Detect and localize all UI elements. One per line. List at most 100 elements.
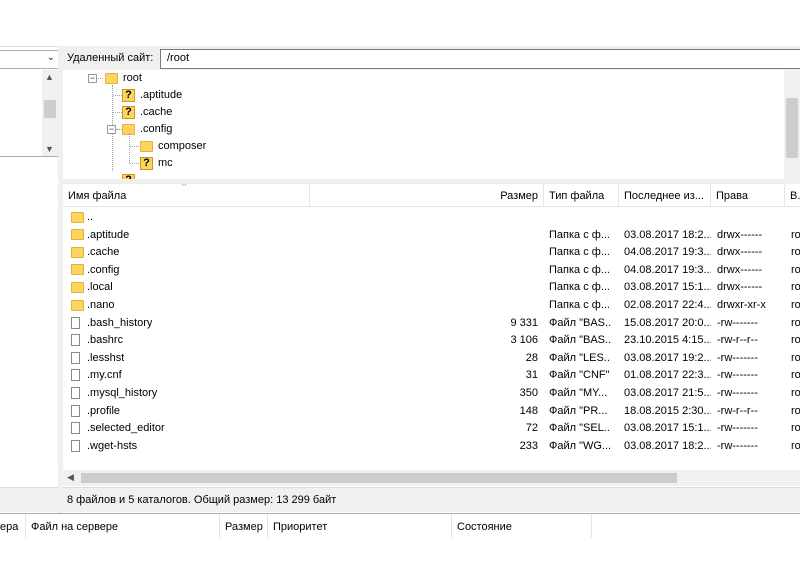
file-name-text: .config [87,263,120,276]
file-type: Файл "BAS... [549,316,611,329]
file-permissions: -rw------- [717,316,758,329]
table-row[interactable]: .nano Папка с ф... 02.08.2017 22:4... drwxr… [63,297,800,315]
queue-column-size[interactable]: Размер [220,514,268,538]
remote-file-list[interactable]: ^ Имя файла Размер Тип файла Последнее и… [63,184,800,486]
file-name: .config [71,264,119,276]
table-row[interactable]: .local Папка с ф... 03.08.2017 15:1... drwx… [63,279,800,297]
table-row[interactable]: .my.cnf 31 Файл "CNF" 01.08.2017 22:3... -rw… [63,367,800,385]
table-row[interactable]: .bashrc 3 106 Файл "BAS... 23.10.2015 4:15.… [63,332,800,350]
table-row[interactable]: .config Папка с ф... 04.08.2017 19:3... drw… [63,262,800,280]
queue-column-priority[interactable]: Приоритет [268,514,452,538]
scroll-thumb[interactable] [81,473,677,483]
file-permissions: drwx------ [717,246,763,259]
file-list-hscrollbar[interactable]: ◀ [63,470,800,486]
file-permissions: drwxr-xr-x [717,299,766,311]
file-permissions: drwx------ [717,263,763,276]
folder-icon [71,246,84,258]
file-name: .my.cnf [71,369,122,382]
folder-icon [140,140,153,152]
file-icon [71,404,80,417]
file-modified: 03.08.2017 18:2... [624,439,711,452]
tree-item-label: composer [158,140,207,152]
file-name: .lesshst [71,352,124,364]
tree-item-label: .aptitude [140,89,183,101]
remote-path-input[interactable]: /root [160,49,800,69]
local-path-combobox[interactable]: ⌄ [0,50,59,69]
table-row[interactable]: .lesshst 28 Файл "LES... 03.08.2017 19:2...… [63,350,800,368]
table-row[interactable]: .cache Папка с ф... 04.08.2017 19:3... drwx… [63,244,800,262]
file-modified: 04.08.2017 19:3... [624,246,711,259]
file-name-text: .lesshst [87,351,125,364]
table-row[interactable]: .profile 148 Файл "PR... 18.08.2015 2:30...… [63,403,800,421]
chevron-down-icon[interactable]: ⌄ [47,52,55,63]
scroll-up-icon[interactable]: ▲ [45,72,54,82]
column-owner[interactable]: В... [785,184,800,206]
remote-site-label: Удаленный сайт: [67,52,154,64]
tree-item-mc[interactable]: ? mc [140,155,173,171]
file-type: Папка с ф... [549,263,610,276]
file-name: .selected_editor [71,422,165,435]
file-type: Папка с ф... [549,281,610,294]
table-row[interactable]: .aptitude Папка с ф... 03.08.2017 18:2... d… [63,227,800,245]
queue-column-local[interactable]: ера [0,514,26,538]
transfer-queue[interactable]: ера Файл на сервере Размер Приоритет Сос… [0,513,800,565]
table-row[interactable]: .mysql_history 350 Файл "MY... 03.08.2017 2… [63,385,800,403]
folder-icon [71,281,84,293]
file-owner: ro [791,404,800,417]
file-modified: 02.08.2017 22:4... [624,299,711,311]
collapse-icon[interactable]: − [107,125,116,134]
table-row[interactable]: .bash_history 9 331 Файл "BAS... 15.08.2017… [63,315,800,333]
remote-tree[interactable]: − root ? .aptitude ? .cache − .config comp… [63,70,791,179]
column-permissions[interactable]: Права [711,184,785,206]
file-name: .aptitude [71,229,129,241]
table-row[interactable]: .. [63,209,800,227]
file-permissions: drwx------ [717,228,763,241]
table-row[interactable]: .wget-hsts 233 Файл "WG... 03.08.2017 18:2.… [63,438,800,456]
file-owner: ro [791,316,800,329]
file-permissions: -rw------- [717,439,758,452]
file-size: 9 331 [510,316,538,329]
column-modified[interactable]: Последнее из... [619,184,711,206]
table-row[interactable]: .selected_editor 72 Файл "SEL... 03.08.2017… [63,420,800,438]
tree-item-partial[interactable]: ? [122,172,140,179]
tree-item-aptitude[interactable]: ? .aptitude [122,87,182,103]
file-icon [71,369,80,382]
column-filename[interactable]: Имя файла [63,184,310,206]
file-name-text: .mysql_history [87,387,158,399]
tree-item-cache[interactable]: ? .cache [122,104,172,120]
remote-tree-scrollbar[interactable] [784,70,800,179]
local-tree-scrollbar[interactable]: ▲ ▼ [42,70,58,156]
column-size[interactable]: Размер [310,184,544,206]
local-file-list[interactable] [0,160,58,486]
file-modified: 01.08.2017 22:3... [624,369,711,382]
file-icon [71,334,80,347]
file-owner: ro [791,369,800,382]
collapse-icon[interactable]: − [88,74,97,83]
file-type: Файл "SEL... [549,422,611,435]
queue-column-state[interactable]: Состояние [452,514,592,538]
file-icon [71,422,80,435]
scroll-thumb[interactable] [44,100,56,118]
scroll-left-icon[interactable]: ◀ [67,472,74,483]
tree-item-root[interactable]: root [105,70,142,86]
unknown-folder-icon: ? [122,88,135,102]
file-modified: 23.10.2015 4:15... [624,334,711,347]
file-name: .profile [71,405,120,417]
file-icon [71,351,80,364]
tree-item-label: root [123,72,142,84]
folder-icon [71,264,84,276]
scroll-down-icon[interactable]: ▼ [45,144,54,154]
toolbar-area [0,0,800,47]
file-owner: ro [791,387,800,399]
file-modified: 03.08.2017 15:1... [624,422,711,435]
file-permissions: -rw------- [717,387,758,399]
file-modified: 03.08.2017 15:1... [624,281,711,294]
file-type: Папка с ф... [549,228,610,241]
tree-item-label: mc [158,157,173,169]
tree-item-composer[interactable]: composer [140,138,206,154]
file-type: Файл "MY... [549,387,608,399]
queue-column-server-file[interactable]: Файл на сервере [26,514,220,538]
scroll-thumb[interactable] [786,98,798,158]
column-type[interactable]: Тип файла [544,184,619,206]
file-size: 148 [519,404,538,417]
